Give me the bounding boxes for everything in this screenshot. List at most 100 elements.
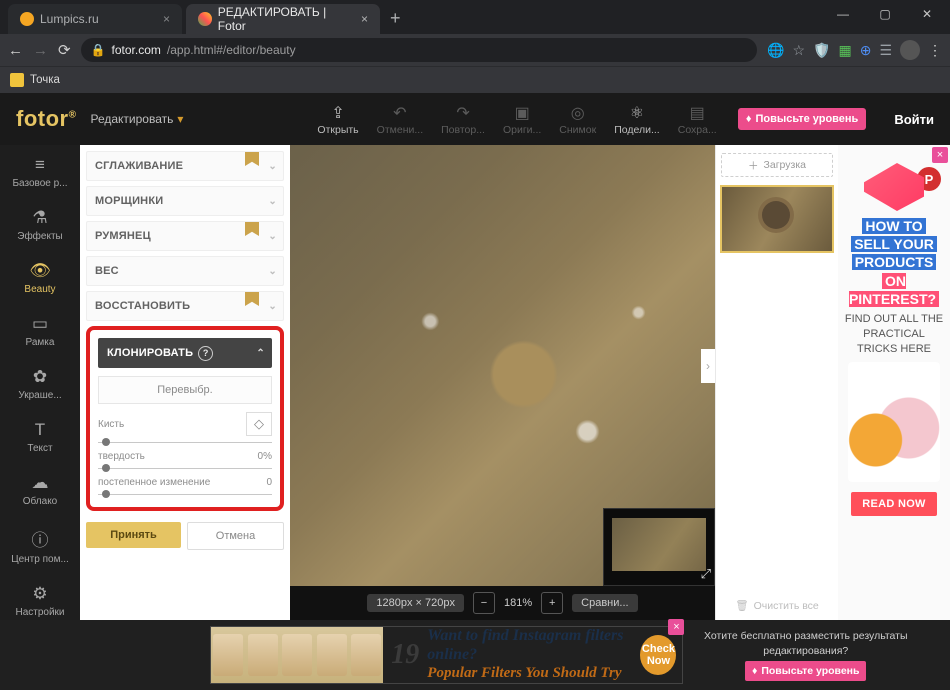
clear-all-button[interactable]: 🗑Очистить все bbox=[735, 599, 819, 612]
undo-button[interactable]: ↶Отмени... bbox=[377, 103, 423, 136]
upload-button[interactable]: ＋Загрузка bbox=[721, 153, 833, 177]
reading-list-icon[interactable]: ☰ bbox=[879, 42, 892, 59]
ad-headline: HOW TO SELL YOUR PRODUCTS ON PINTEREST? bbox=[838, 217, 950, 308]
right-ad: × P HOW TO SELL YOUR PRODUCTS ON PINTERE… bbox=[838, 145, 950, 620]
brush-label: Кисть bbox=[98, 419, 124, 430]
url-host: fotor.com bbox=[112, 43, 161, 57]
rail-decor[interactable]: ✿Украше... bbox=[0, 361, 80, 408]
fade-slider[interactable] bbox=[98, 494, 272, 495]
star-icon[interactable]: ☆ bbox=[792, 42, 805, 59]
bookmark-label[interactable]: Точка bbox=[30, 74, 60, 86]
close-icon[interactable]: × bbox=[361, 12, 368, 26]
rail-frame[interactable]: ▭Рамка bbox=[0, 308, 80, 355]
forward-button[interactable]: → bbox=[33, 42, 48, 59]
cancel-button[interactable]: Отмена bbox=[187, 522, 284, 550]
ext-icon-1[interactable]: 🛡️ bbox=[813, 42, 830, 59]
edit-dropdown[interactable]: Редактировать ▾ bbox=[90, 112, 183, 126]
megaphone-icon bbox=[864, 163, 924, 211]
open-button[interactable]: ⇪Открыть bbox=[317, 103, 358, 136]
bottom-banner-ad[interactable]: 19 Want to find Instagram filters online… bbox=[210, 626, 683, 684]
image-canvas[interactable]: › ⤢ bbox=[290, 145, 715, 586]
rail-effects[interactable]: ⚗Эффекты bbox=[0, 202, 80, 249]
premium-badge-icon bbox=[245, 222, 259, 236]
check-now-button[interactable]: Check Now bbox=[640, 635, 676, 675]
tab-fotor[interactable]: РЕДАКТИРОВАТЬ | Fotor × bbox=[186, 4, 380, 34]
gear-icon: ⚙ bbox=[32, 584, 47, 604]
tab-title: Lumpics.ru bbox=[40, 12, 99, 26]
zoom-out-button[interactable]: − bbox=[473, 592, 495, 614]
premium-badge-icon bbox=[245, 152, 259, 166]
acc-blush[interactable]: РУМЯНЕЦ⌄ bbox=[86, 221, 284, 251]
rail-cloud[interactable]: ☁Облако bbox=[0, 467, 80, 514]
sign-in-button[interactable]: Войти bbox=[894, 112, 934, 127]
bookmark-folder-icon bbox=[10, 73, 24, 87]
minimize-button[interactable]: — bbox=[824, 0, 862, 28]
kebab-menu-icon[interactable]: ⋮ bbox=[928, 42, 942, 59]
ad-close-button[interactable]: × bbox=[932, 147, 948, 163]
hardness-value: 0% bbox=[258, 451, 272, 462]
workspace: ≡Базовое р... ⚗Эффекты 👁Beauty ▭Рамка ✿У… bbox=[0, 145, 950, 620]
close-icon[interactable]: × bbox=[163, 12, 170, 26]
navigator-minimap[interactable]: ⤢ bbox=[603, 508, 715, 586]
ext-icon-2[interactable]: ▦ bbox=[838, 42, 851, 59]
image-thumbnail[interactable] bbox=[720, 185, 834, 253]
banner-close-button[interactable]: × bbox=[668, 619, 684, 635]
maximize-button[interactable]: ▢ bbox=[866, 0, 904, 28]
share-button[interactable]: ⚛Подели... bbox=[614, 103, 660, 136]
right-panel: ＋Загрузка 🗑Очистить все bbox=[715, 145, 838, 620]
new-tab-button[interactable]: + bbox=[390, 8, 401, 29]
acc-smoothing[interactable]: СГЛАЖИВАНИЕ⌄ bbox=[86, 151, 284, 181]
redo-button[interactable]: ↷Повтор... bbox=[441, 103, 485, 136]
reselect-button[interactable]: Перевыбр. bbox=[98, 376, 272, 404]
reload-button[interactable]: ⟳ bbox=[58, 41, 71, 59]
compare-button[interactable]: Сравни... bbox=[572, 594, 637, 612]
zoom-value: 181% bbox=[504, 597, 532, 609]
frame-icon: ▭ bbox=[32, 314, 48, 334]
original-button[interactable]: ▣Ориги... bbox=[503, 103, 541, 136]
promo-upgrade-button[interactable]: ♦Повысьте уровень bbox=[745, 661, 867, 681]
hardness-slider[interactable] bbox=[98, 468, 272, 469]
fotor-logo[interactable]: fotor® bbox=[16, 108, 76, 130]
banner-number: 19 bbox=[383, 641, 427, 669]
help-icon[interactable]: ? bbox=[198, 346, 213, 361]
tab-lumpics[interactable]: Lumpics.ru × bbox=[8, 4, 182, 34]
eraser-button[interactable]: ◇ bbox=[246, 412, 272, 436]
snapshot-button[interactable]: ◎Снимок bbox=[559, 103, 596, 136]
tab-title: РЕДАКТИРОВАТЬ | Fotor bbox=[218, 5, 355, 33]
accept-button[interactable]: Принять bbox=[86, 522, 181, 548]
canvas-chevron-right[interactable]: › bbox=[701, 349, 715, 383]
save-button[interactable]: ▤Сохра... bbox=[678, 103, 717, 136]
url-path: /app.html#/editor/beauty bbox=[167, 43, 296, 57]
upgrade-button[interactable]: ♦Повысьте уровень bbox=[738, 108, 866, 130]
clone-highlight-box: КЛОНИРОВАТЬ ? ⌃ Перевыбр. Кисть ◇ твердо… bbox=[86, 326, 284, 511]
fade-label: постепенное изменение bbox=[98, 477, 210, 488]
expand-icon[interactable]: ⤢ bbox=[701, 566, 711, 582]
ext-icon-3[interactable]: ⊕ bbox=[860, 42, 872, 59]
zoom-in-button[interactable]: + bbox=[541, 592, 563, 614]
acc-weight[interactable]: ВЕС⌄ bbox=[86, 256, 284, 286]
rail-settings[interactable]: ⚙Настройки bbox=[0, 578, 80, 625]
acc-wrinkles[interactable]: МОРЩИНКИ⌄ bbox=[86, 186, 284, 216]
premium-badge-icon bbox=[245, 292, 259, 306]
translate-icon[interactable]: 🌐 bbox=[767, 42, 784, 59]
brush-control: Кисть ◇ bbox=[98, 412, 272, 443]
acc-restore[interactable]: ВОССТАНОВИТЬ⌄ bbox=[86, 291, 284, 321]
acc-clone[interactable]: КЛОНИРОВАТЬ ? ⌃ bbox=[98, 338, 272, 368]
close-window-button[interactable]: ✕ bbox=[908, 0, 946, 28]
profile-avatar[interactable] bbox=[900, 40, 920, 60]
rail-basic[interactable]: ≡Базовое р... bbox=[0, 149, 80, 196]
promo-right: Хотите бесплатно разместить результаты р… bbox=[683, 629, 950, 680]
plus-icon: ＋ bbox=[748, 158, 759, 173]
read-now-button[interactable]: READ NOW bbox=[851, 492, 937, 516]
eye-icon: 👁 bbox=[29, 261, 51, 281]
brush-slider[interactable] bbox=[98, 442, 272, 443]
hardness-label: твердость bbox=[98, 451, 145, 462]
chevron-down-icon: ⌄ bbox=[268, 161, 277, 172]
rail-help[interactable]: ⓘЦентр пом... bbox=[0, 520, 80, 572]
address-bar[interactable]: 🔒 fotor.com/app.html#/editor/beauty bbox=[81, 38, 757, 62]
rail-beauty[interactable]: 👁Beauty bbox=[0, 255, 80, 302]
back-button[interactable]: ← bbox=[8, 42, 23, 59]
text-icon: T bbox=[35, 420, 45, 440]
rail-text[interactable]: TТекст bbox=[0, 414, 80, 461]
sticker-icon: ✿ bbox=[33, 367, 47, 387]
